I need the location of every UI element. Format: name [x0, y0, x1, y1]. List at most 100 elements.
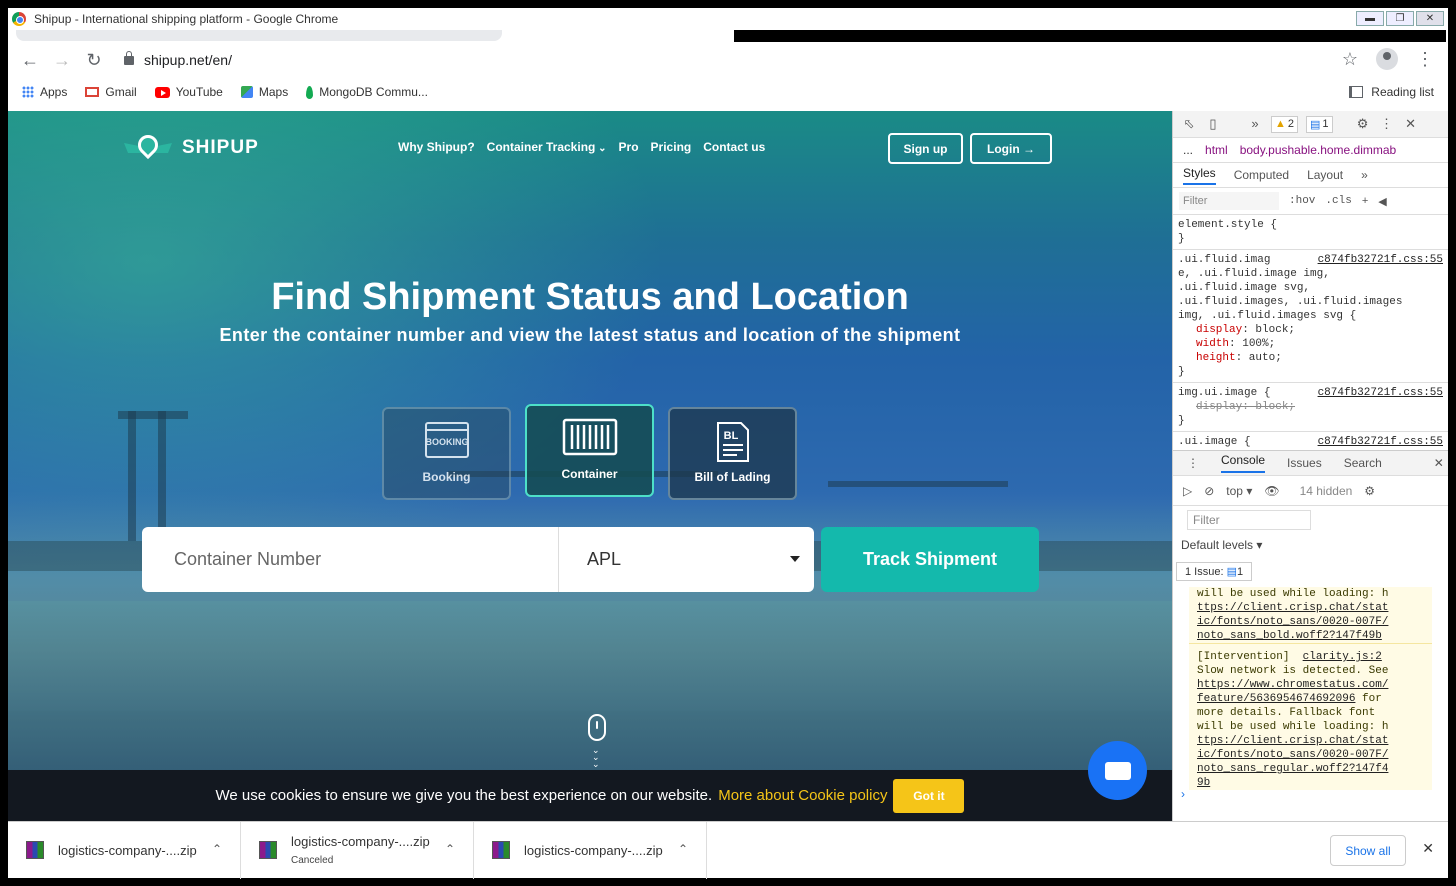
bookmark-gmail[interactable]: Gmail	[85, 85, 137, 99]
sidebar-toggle-icon[interactable]: ▷	[1183, 484, 1192, 498]
rule-source-link[interactable]: c874fb32721f.css:55	[1318, 435, 1443, 449]
reading-list-button[interactable]: Reading list	[1349, 85, 1434, 99]
issues-count: 1	[1322, 118, 1329, 130]
log-line[interactable]: noto_sans_regular.woff2?147f4	[1189, 762, 1432, 776]
tab-layout[interactable]: Layout	[1307, 168, 1343, 182]
chat-widget-button[interactable]	[1088, 741, 1147, 800]
shipup-logo[interactable]: SHIPUP	[124, 130, 259, 163]
crumb-body[interactable]: body.pushable.home.dimmab	[1240, 143, 1397, 157]
log-line[interactable]: feature/5636954674692096 for	[1189, 692, 1432, 706]
issues-button[interactable]: 1 Issue: ▤1	[1176, 562, 1253, 581]
bookmark-youtube[interactable]: YouTube	[154, 85, 223, 99]
console-settings-icon[interactable]: ⚙	[1364, 484, 1375, 498]
log-line[interactable]: ic/fonts/noto_sans/0020-007F/	[1189, 748, 1432, 762]
tab-styles[interactable]: Styles	[1183, 166, 1216, 185]
tab-computed[interactable]: Computed	[1234, 168, 1289, 182]
kebab-menu-icon[interactable]: ⋮	[1416, 49, 1434, 70]
cookie-got-it-button[interactable]: Got it	[893, 778, 965, 813]
inspect-element-icon[interactable]: ⬁	[1181, 116, 1197, 132]
log-line[interactable]: https://www.chromestatus.com/	[1189, 678, 1432, 692]
show-all-button[interactable]: Show all	[1330, 835, 1406, 866]
device-toggle-icon[interactable]: ▯	[1205, 116, 1221, 132]
live-expression-eye-icon[interactable]: 👁	[1264, 484, 1279, 498]
log-line[interactable]: ttps://client.crisp.chat/stat	[1189, 734, 1432, 748]
rule-selector: img.ui.image {	[1178, 387, 1271, 399]
css-property-overridden[interactable]: display: block;	[1178, 400, 1443, 414]
chevron-up-icon[interactable]: ⌃	[212, 842, 222, 856]
url-field[interactable]: shipup.net/en/	[124, 50, 232, 68]
nav-container-tracking[interactable]: Container Tracking	[487, 140, 607, 154]
download-item[interactable]: logistics-company-....zip ⌃	[8, 821, 241, 879]
issues-badge[interactable]: ▤ 1	[1306, 115, 1333, 133]
log-line[interactable]: 9b	[1189, 776, 1432, 790]
add-rule-icon[interactable]: +	[1362, 195, 1368, 207]
rule-source-link[interactable]: c874fb32721f.css:55	[1318, 253, 1443, 267]
download-item[interactable]: logistics-company-....zip Canceled ⌃	[241, 821, 474, 879]
bookmark-maps[interactable]: Maps	[240, 85, 288, 99]
track-shipment-button[interactable]: Track Shipment	[821, 527, 1039, 592]
close-devtools-icon[interactable]: ✕	[1403, 116, 1419, 132]
bookmark-apps[interactable]: Apps	[22, 85, 67, 99]
tab-booking[interactable]: BOOKING Booking	[382, 407, 511, 500]
drawer-menu-icon[interactable]: ⋮	[1187, 456, 1199, 470]
tab-container[interactable]: Container	[525, 404, 654, 497]
maps-icon	[240, 86, 253, 98]
crumb-html[interactable]: html	[1205, 143, 1228, 157]
profile-avatar[interactable]	[1376, 48, 1398, 70]
minimize-button[interactable]: ▬	[1356, 11, 1384, 26]
cls-toggle[interactable]: .cls	[1325, 194, 1351, 208]
hov-toggle[interactable]: :hov	[1289, 194, 1315, 208]
cookie-policy-link[interactable]: More about Cookie policy	[718, 787, 887, 804]
close-window-button[interactable]: ✕	[1416, 11, 1444, 26]
carrier-select[interactable]: APL	[559, 527, 814, 592]
tab-issues[interactable]: Issues	[1287, 456, 1322, 470]
nav-pro[interactable]: Pro	[619, 140, 639, 154]
tracking-search-box: APL	[142, 527, 814, 592]
console-prompt-icon[interactable]: ›	[1181, 787, 1185, 801]
container-number-input[interactable]	[142, 527, 559, 592]
nav-pricing[interactable]: Pricing	[651, 140, 692, 154]
log-line[interactable]: ttps://client.crisp.chat/stat	[1189, 601, 1432, 615]
restore-button[interactable]: ❐	[1386, 11, 1414, 26]
bookmark-mongodb[interactable]: MongoDB Commu...	[306, 85, 428, 99]
devtools-menu-icon[interactable]: ⋮	[1379, 116, 1395, 132]
context-select[interactable]: top ▾	[1226, 484, 1252, 498]
css-property[interactable]: width: 100%;	[1178, 337, 1443, 351]
close-drawer-icon[interactable]: ✕	[1434, 456, 1444, 470]
close-downloads-icon[interactable]: ✕	[1422, 840, 1434, 857]
css-property[interactable]: display: block;	[1178, 323, 1443, 337]
url-text[interactable]: shipup.net/en/	[144, 52, 232, 68]
style-rule: c874fb32721f.css:55 .ui.image {	[1173, 432, 1448, 450]
toggle-sidebar-icon[interactable]: ◀	[1378, 195, 1386, 208]
login-button[interactable]: Login →	[970, 133, 1052, 164]
tab[interactable]	[16, 30, 502, 41]
more-subtabs-icon[interactable]: »	[1361, 168, 1368, 182]
console-filter-input[interactable]: Filter	[1187, 510, 1311, 530]
tab-console[interactable]: Console	[1221, 453, 1266, 473]
forward-icon[interactable]: →	[46, 50, 78, 71]
chevron-up-icon[interactable]: ⌃	[678, 842, 688, 856]
lock-icon[interactable]	[124, 50, 134, 65]
nav-contact[interactable]: Contact us	[703, 140, 765, 154]
settings-gear-icon[interactable]: ⚙	[1355, 116, 1371, 132]
log-levels-dropdown[interactable]: Default levels ▾	[1173, 530, 1448, 552]
log-line[interactable]: ic/fonts/noto_sans/0020-007F/	[1189, 615, 1432, 629]
clear-console-icon[interactable]: ⊘	[1204, 484, 1214, 498]
download-filename: logistics-company-....zip	[291, 834, 430, 849]
reload-icon[interactable]: ↻	[78, 50, 110, 71]
nav-why-shipup[interactable]: Why Shipup?	[398, 140, 475, 154]
scroll-mouse-icon[interactable]	[588, 714, 606, 741]
chevron-up-icon[interactable]: ⌃	[445, 842, 455, 856]
styles-filter-input[interactable]: Filter	[1179, 192, 1279, 210]
tab-search[interactable]: Search	[1344, 456, 1382, 470]
back-icon[interactable]: ←	[14, 50, 46, 71]
bookmark-star-icon[interactable]: ☆	[1342, 49, 1358, 70]
rule-source-link[interactable]: c874fb32721f.css:55	[1318, 386, 1443, 400]
warnings-badge[interactable]: ▲ 2	[1271, 115, 1299, 133]
log-line[interactable]: noto_sans_bold.woff2?147f49b	[1189, 629, 1432, 643]
download-item[interactable]: logistics-company-....zip ⌃	[474, 821, 707, 879]
more-tabs-icon[interactable]: »	[1247, 116, 1263, 132]
css-property[interactable]: height: auto;	[1178, 351, 1443, 365]
signup-button[interactable]: Sign up	[888, 133, 963, 164]
tab-bill-of-lading[interactable]: BL Bill of Lading	[668, 407, 797, 500]
